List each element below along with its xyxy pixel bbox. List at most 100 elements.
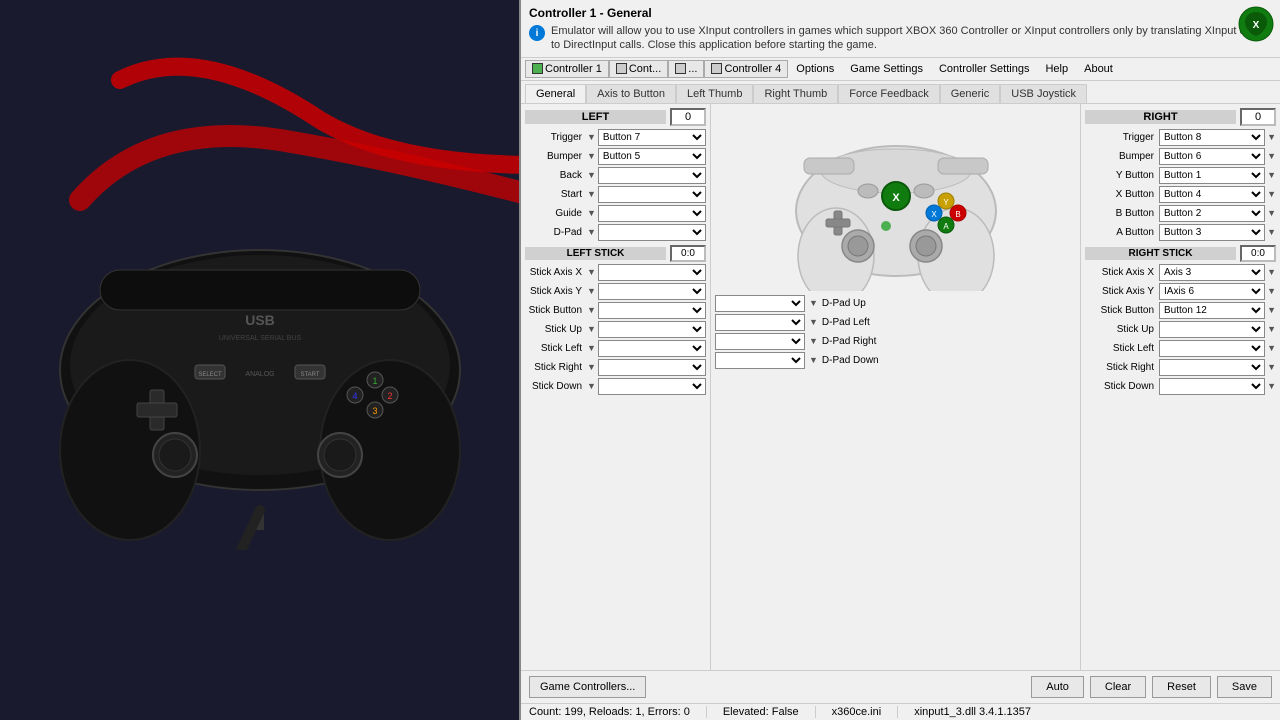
left-stick-down-arrow: ▼	[587, 381, 596, 391]
left-stick-right-arrow: ▼	[587, 362, 596, 372]
dpad-right-select[interactable]	[715, 333, 805, 350]
tab-bar: General Axis to Button Left Thumb Right …	[521, 81, 1280, 104]
info-row: i Emulator will allow you to use XInput …	[529, 24, 1272, 53]
left-bumper-label: Bumper	[525, 151, 585, 162]
left-stick-axis-y-select[interactable]	[598, 283, 706, 300]
right-y-select[interactable]: Button 1	[1159, 167, 1265, 184]
right-stick-up-select[interactable]	[1159, 321, 1265, 338]
left-stick-axis-y-arrow: ▼	[587, 286, 596, 296]
tab-axis-to-button[interactable]: Axis to Button	[586, 84, 676, 103]
svg-text:B: B	[955, 210, 960, 219]
svg-text:3: 3	[372, 406, 377, 416]
right-stick-left-label: Stick Left	[1085, 343, 1157, 354]
right-x-select[interactable]: Button 4	[1159, 186, 1265, 203]
right-trigger-row: Trigger Button 8 ▼	[1085, 129, 1276, 146]
left-stick-val: 0:0	[670, 245, 706, 262]
left-start-select[interactable]	[598, 186, 706, 203]
status-elevated: Elevated: False	[715, 706, 807, 718]
tab-left-thumb[interactable]: Left Thumb	[676, 84, 753, 103]
controller3-tab[interactable]: ...	[668, 60, 704, 78]
tab-right-thumb[interactable]: Right Thumb	[753, 84, 838, 103]
controller2-tab[interactable]: Cont...	[609, 60, 668, 78]
left-num-value: 0	[670, 108, 706, 126]
right-stick-axis-y-select[interactable]: IAxis 6	[1159, 283, 1265, 300]
game-controllers-button[interactable]: Game Controllers...	[529, 676, 646, 698]
left-back-select[interactable]	[598, 167, 706, 184]
dpad-left-arrow: ▼	[809, 317, 818, 327]
ctrl1-label: Controller 1	[545, 63, 602, 75]
right-stick-right-label: Stick Right	[1085, 362, 1157, 373]
right-stick-val: 0:0	[1240, 245, 1276, 262]
svg-text:START: START	[300, 372, 319, 378]
left-back-row: Back ▼	[525, 167, 706, 184]
right-b-arrow: ▼	[1267, 208, 1276, 218]
left-stick-right-select[interactable]	[598, 359, 706, 376]
right-stick-header: RIGHT STICK	[1085, 247, 1236, 260]
help-menu[interactable]: Help	[1037, 61, 1076, 77]
status-divider2	[815, 706, 816, 718]
svg-text:ANALOG: ANALOG	[245, 371, 274, 378]
right-trigger-select[interactable]: Button 8	[1159, 129, 1265, 146]
right-stick-down-select[interactable]	[1159, 378, 1265, 395]
left-trigger-row: Trigger ▼ Button 7	[525, 129, 706, 146]
window-title: Controller 1 - General	[529, 6, 1272, 20]
reset-button[interactable]: Reset	[1152, 676, 1211, 698]
right-stick-button-select[interactable]: Button 12	[1159, 302, 1265, 319]
right-stick-axis-y-row: Stick Axis Y IAxis 6 ▼	[1085, 283, 1276, 300]
auto-button[interactable]: Auto	[1031, 676, 1084, 698]
right-x-label: X Button	[1085, 189, 1157, 200]
left-stick-up-select[interactable]	[598, 321, 706, 338]
left-stick-axis-y-row: Stick Axis Y ▼	[525, 283, 706, 300]
controller4-tab[interactable]: Controller 4	[704, 60, 788, 78]
game-settings-menu[interactable]: Game Settings	[842, 61, 931, 77]
right-stick-axis-x-select[interactable]: Axis 3	[1159, 264, 1265, 281]
right-stick-right-arrow: ▼	[1267, 362, 1276, 372]
left-bumper-arrow: ▼	[587, 151, 596, 161]
menu-bar: Controller 1 Cont... ... Controller 4 Op…	[521, 58, 1280, 81]
clear-button[interactable]: Clear	[1090, 676, 1146, 698]
left-dpad-row: D-Pad ▼	[525, 224, 706, 241]
right-b-select[interactable]: Button 2	[1159, 205, 1265, 222]
left-trigger-select[interactable]: Button 7	[598, 129, 706, 146]
controller-settings-menu[interactable]: Controller Settings	[931, 61, 1038, 77]
left-bumper-row: Bumper ▼ Button 5	[525, 148, 706, 165]
left-stick-left-select[interactable]	[598, 340, 706, 357]
dpad-up-select[interactable]	[715, 295, 805, 312]
tab-generic[interactable]: Generic	[940, 84, 1001, 103]
status-divider3	[897, 706, 898, 718]
left-stick-right-label: Stick Right	[525, 362, 585, 373]
about-menu[interactable]: About	[1076, 61, 1121, 77]
left-stick-header-row: LEFT STICK 0:0	[525, 245, 706, 262]
dpad-left-select[interactable]	[715, 314, 805, 331]
left-guide-select[interactable]	[598, 205, 706, 222]
left-stick-button-row: Stick Button ▼	[525, 302, 706, 319]
status-bar: Count: 199, Reloads: 1, Errors: 0 Elevat…	[521, 703, 1280, 720]
status-divider1	[706, 706, 707, 718]
right-a-row: A Button Button 3 ▼	[1085, 224, 1276, 241]
save-button[interactable]: Save	[1217, 676, 1272, 698]
right-header-row: RIGHT 0	[1085, 108, 1276, 126]
right-a-select[interactable]: Button 3	[1159, 224, 1265, 241]
right-stick-right-select[interactable]	[1159, 359, 1265, 376]
right-stick-left-select[interactable]	[1159, 340, 1265, 357]
right-stick-right-row: Stick Right ▼	[1085, 359, 1276, 376]
left-stick-down-select[interactable]	[598, 378, 706, 395]
tab-usb-joystick[interactable]: USB Joystick	[1000, 84, 1087, 103]
left-bumper-select[interactable]: Button 5	[598, 148, 706, 165]
options-menu[interactable]: Options	[788, 61, 842, 77]
left-stick-axis-x-select[interactable]	[598, 264, 706, 281]
right-stick-button-row: Stick Button Button 12 ▼	[1085, 302, 1276, 319]
left-stick-axis-x-label: Stick Axis X	[525, 267, 585, 278]
right-bumper-select[interactable]: Button 6	[1159, 148, 1265, 165]
tab-general[interactable]: General	[525, 84, 586, 103]
right-stick-down-row: Stick Down ▼	[1085, 378, 1276, 395]
left-dpad-label: D-Pad	[525, 227, 585, 238]
ctrl3-checkbox	[675, 63, 686, 74]
left-stick-button-select[interactable]	[598, 302, 706, 319]
controller1-tab[interactable]: Controller 1	[525, 60, 609, 78]
dpad-down-select[interactable]	[715, 352, 805, 369]
left-dpad-select[interactable]	[598, 224, 706, 241]
left-stick-left-arrow: ▼	[587, 343, 596, 353]
ctrl2-checkbox	[616, 63, 627, 74]
tab-force-feedback[interactable]: Force Feedback	[838, 84, 939, 103]
